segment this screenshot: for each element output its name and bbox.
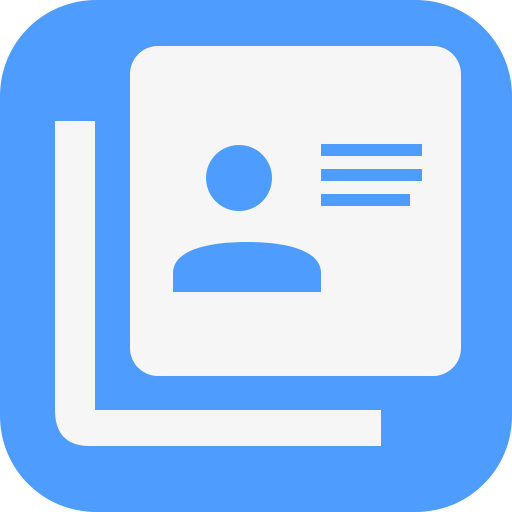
person-shoulders-icon (173, 242, 321, 292)
contact-card-icon (130, 46, 461, 376)
detail-line-2-icon (321, 169, 422, 181)
contacts-stack-icon (55, 46, 461, 446)
person-head-icon (206, 145, 272, 211)
contacts-app-icon[interactable] (0, 0, 512, 512)
detail-line-1-icon (321, 144, 422, 156)
detail-line-3-icon (321, 194, 410, 206)
details-lines-icon (321, 144, 422, 206)
